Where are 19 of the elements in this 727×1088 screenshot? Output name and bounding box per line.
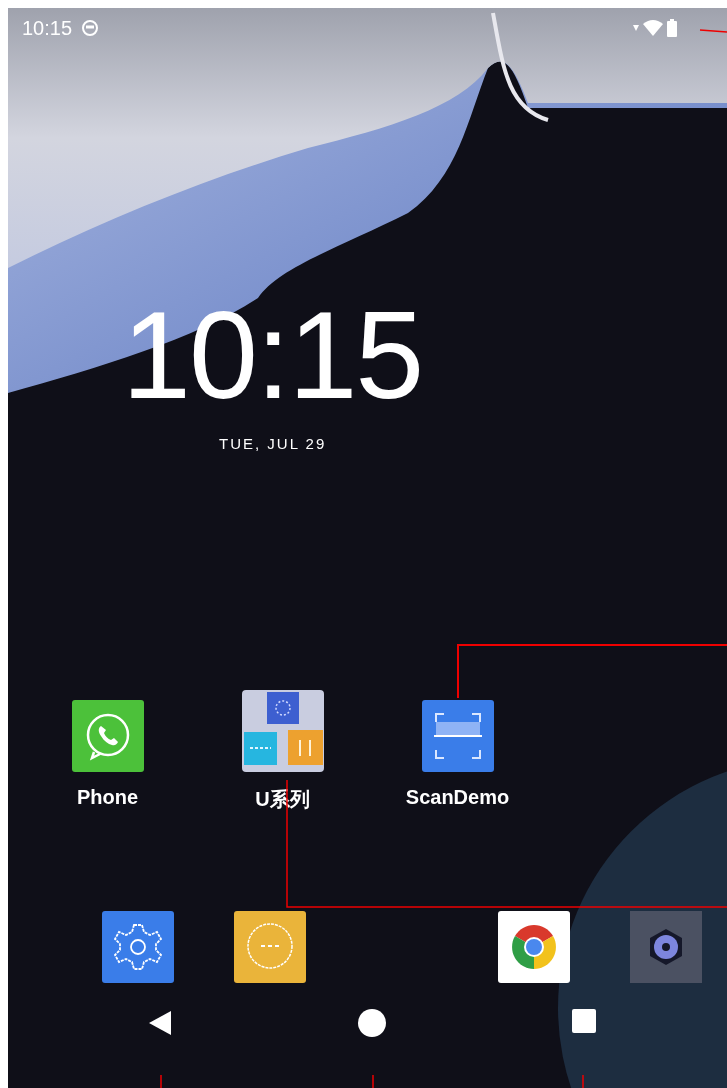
app-label[interactable]: ScanDemo	[405, 786, 510, 809]
lens-icon[interactable]	[630, 911, 702, 983]
notification-icon	[82, 20, 99, 36]
leader-line	[160, 1074, 162, 1088]
battery-icon	[667, 19, 677, 37]
wifi-icon	[643, 20, 663, 36]
app-label[interactable]: Phone	[76, 786, 139, 809]
scanner-icon[interactable]	[421, 700, 494, 772]
leader-line	[699, 29, 727, 33]
status-time: 10:15	[22, 16, 73, 40]
clock-time: 10:15	[122, 293, 423, 417]
back-button[interactable]	[147, 1009, 173, 1037]
app-folder-icon[interactable]	[241, 690, 324, 772]
leader-line	[582, 1074, 584, 1088]
clock-date: TUE, JUL 29	[219, 435, 327, 452]
signal-icon	[633, 25, 639, 31]
settings-icon[interactable]	[102, 911, 174, 983]
home-button[interactable]	[358, 1009, 386, 1037]
leader-line	[372, 1074, 374, 1088]
